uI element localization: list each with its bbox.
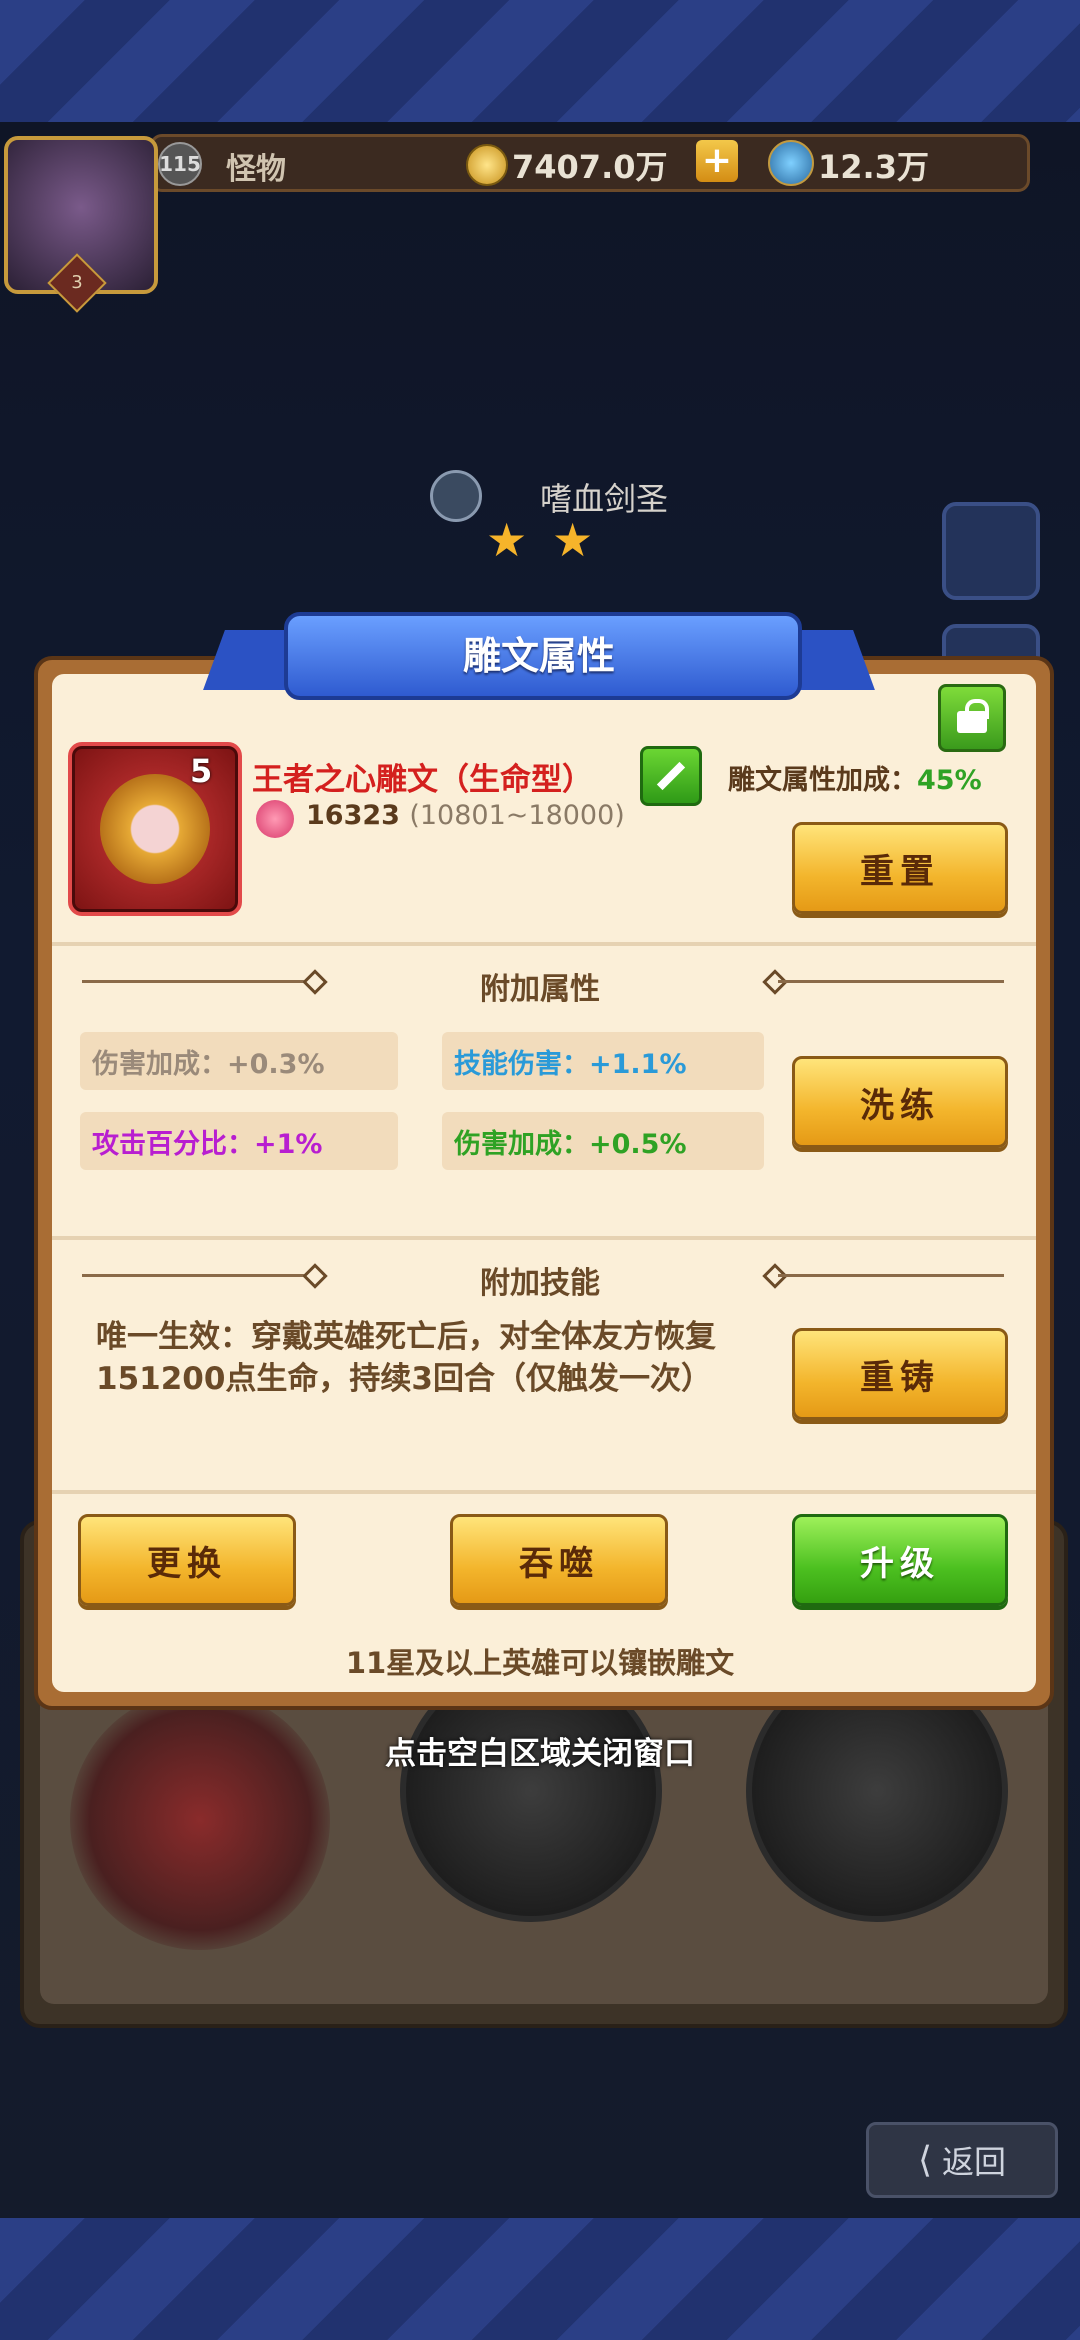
edit-icon[interactable]: [640, 746, 702, 806]
lock-icon[interactable]: [938, 684, 1006, 752]
top-pattern-band: [0, 0, 1080, 122]
attribute-1-text: 伤害加成：+0.3%: [92, 1048, 325, 1080]
player-name: 怪物: [226, 152, 286, 187]
rune-bonus-label: 雕文属性加成：: [728, 765, 917, 796]
attribute-2: 技能伤害：+1.1%: [442, 1032, 764, 1090]
hero-star-2: ★: [552, 513, 594, 567]
skill-sep-right: [778, 1274, 1004, 1277]
back-button-label: 返回: [942, 2143, 1007, 2181]
rune-level: 5: [190, 752, 213, 790]
attribute-3-text: 攻击百分比：+1%: [92, 1128, 323, 1160]
rune-hp-value: 16323: [306, 800, 400, 831]
rune-hp-range: (10801~18000): [409, 800, 625, 831]
gem-amount: 12.3万: [818, 148, 929, 186]
devour-button[interactable]: 吞噬: [450, 1514, 668, 1606]
gold-amount: 7407.0万: [512, 148, 668, 186]
reset-button[interactable]: 重置: [792, 822, 1008, 914]
inlay-requirement-note: 11星及以上英雄可以镶嵌雕文: [345, 1646, 735, 1680]
extra-attributes-title: 附加属性: [480, 972, 600, 1007]
rune-card: [68, 742, 242, 916]
close-window-hint: 点击空白区域关闭窗口: [385, 1736, 695, 1772]
attr-sep-right: [778, 980, 1004, 983]
dialog-title-ribbon: 雕文属性: [203, 612, 875, 700]
heart-icon: [256, 800, 294, 838]
rune-heart-emblem: [100, 774, 210, 884]
recast-button[interactable]: 重铸: [792, 1328, 1008, 1420]
extra-skill-title: 附加技能: [480, 1266, 600, 1301]
coin-icon: [466, 144, 508, 186]
attribute-1: 伤害加成：+0.3%: [80, 1032, 398, 1090]
replace-button[interactable]: 更换: [78, 1514, 296, 1606]
add-gold-button[interactable]: +: [696, 140, 738, 182]
dialog-title: 雕文属性: [462, 633, 615, 678]
back-button[interactable]: ⟨ 返回: [866, 2122, 1058, 2198]
section-divider-3: [52, 1490, 1036, 1494]
section-divider-1: [52, 942, 1036, 946]
rune-bonus: 雕文属性加成：45%: [728, 758, 982, 797]
rune-bonus-value: 45%: [917, 765, 982, 796]
hero-class-icon: [430, 470, 482, 522]
avatar-level-text: 3: [71, 272, 83, 293]
attribute-4-text: 伤害加成：+0.5%: [454, 1128, 687, 1160]
hero-star-1: ★: [486, 513, 528, 567]
back-arrow-icon: ⟨: [917, 2139, 933, 2181]
rune-name: 王者之心雕文（生命型）: [252, 762, 593, 798]
section-divider-2: [52, 1236, 1036, 1240]
player-level-badge: 115: [158, 142, 202, 186]
refine-button[interactable]: 洗练: [792, 1056, 1008, 1148]
attribute-4: 伤害加成：+0.5%: [442, 1112, 764, 1170]
upgrade-button[interactable]: 升级: [792, 1514, 1008, 1606]
edit-hero-button[interactable]: [942, 502, 1040, 600]
attribute-3: 攻击百分比：+1%: [80, 1112, 398, 1170]
gem-icon: [768, 140, 814, 186]
attribute-2-text: 技能伤害：+1.1%: [454, 1048, 687, 1080]
skill-description: 唯一生效：穿戴英雄死亡后，对全体友方恢复151200点生命，持续3回合（仅触发一…: [96, 1319, 716, 1397]
rune-hp: 16323 (10801~18000): [306, 800, 625, 831]
bottom-pattern-band: [0, 2218, 1080, 2340]
